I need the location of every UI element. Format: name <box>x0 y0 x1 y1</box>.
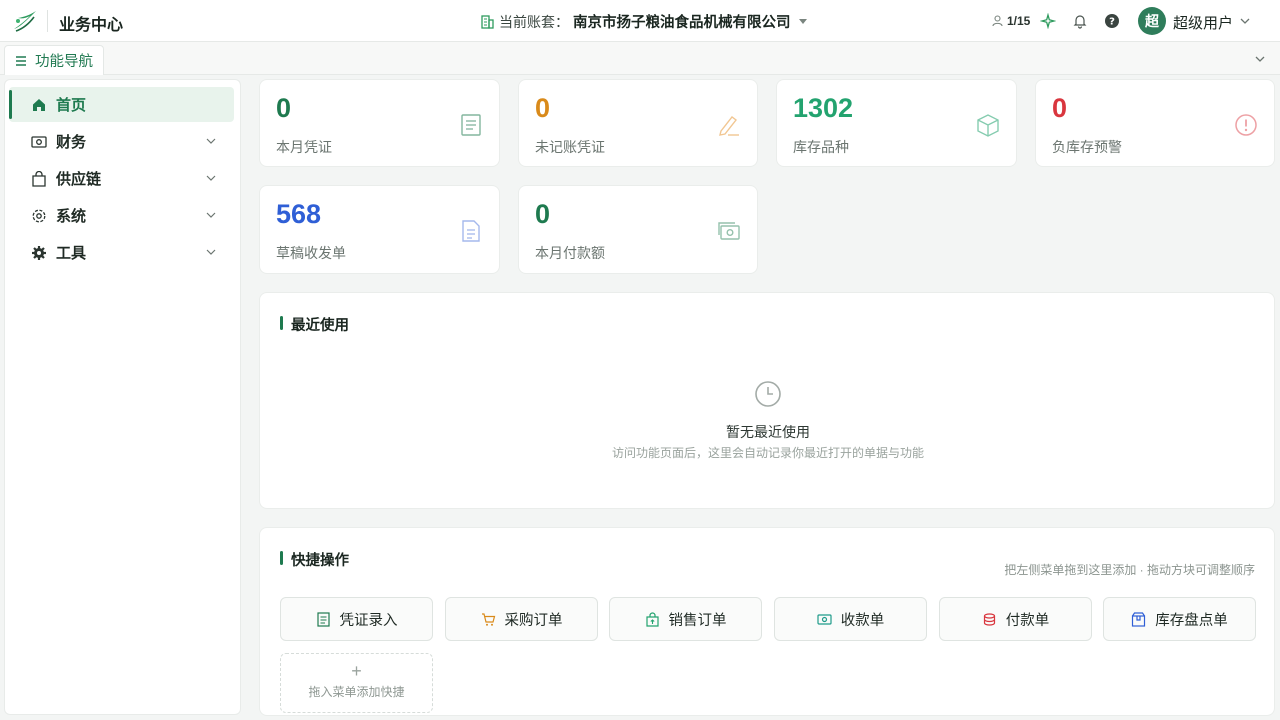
stat-label: 库存品种 <box>793 139 849 155</box>
function-nav-label: 功能导航 <box>35 54 93 70</box>
stat-card-payments[interactable]: 0 本月付款额 <box>518 185 758 274</box>
quick-voucher-entry-button[interactable]: 凭证录入 <box>280 597 433 641</box>
account-label: 当前账套： <box>499 13 569 30</box>
sidebar-item-tools[interactable]: 工具 <box>9 235 234 270</box>
bag-icon <box>32 170 46 187</box>
alert-icon <box>1235 114 1257 136</box>
document-icon <box>461 114 481 136</box>
sidebar-item-system[interactable]: 系统 <box>9 198 234 233</box>
sidebar-item-label: 系统 <box>56 208 87 225</box>
chevron-down-icon <box>206 212 216 218</box>
stat-value: 0 <box>276 93 292 123</box>
stat-card-negative-stock[interactable]: 0 负库存预警 <box>1035 79 1275 167</box>
quick-button-label: 凭证录入 <box>339 612 398 629</box>
stat-label: 草稿收发单 <box>276 245 346 261</box>
quick-title: 快捷操作 <box>280 549 349 570</box>
quick-button-label: 销售订单 <box>668 612 727 629</box>
recent-panel: 最近使用 暂无最近使用 访问功能页面后，这里会自动记录你最近打开的单据与功能 <box>259 292 1275 509</box>
voucher-icon <box>316 611 330 627</box>
coins-icon <box>983 612 995 626</box>
help-icon[interactable]: ? <box>1104 13 1120 29</box>
receipt-icon <box>817 613 832 625</box>
stat-value: 0 <box>1052 93 1068 123</box>
sidebar-item-label: 工具 <box>56 245 87 262</box>
caret-down-icon[interactable] <box>798 19 807 24</box>
pencil-icon <box>719 116 739 136</box>
menu-icon <box>16 55 26 66</box>
cart-icon <box>481 612 495 626</box>
stat-card-unposted[interactable]: 0 未记账凭证 <box>518 79 758 167</box>
stat-label: 本月凭证 <box>276 139 332 155</box>
quick-button-label: 库存盘点单 <box>1155 612 1228 629</box>
stat-card-drafts[interactable]: 568 草稿收发单 <box>259 185 500 274</box>
quick-button-label: 收款单 <box>840 612 885 629</box>
stat-value: 0 <box>535 93 551 123</box>
gear-icon <box>32 209 46 222</box>
sidebar: 首页 财务 供应链 系统 工具 <box>4 79 241 715</box>
cog-icon <box>32 245 46 260</box>
avatar[interactable]: 超 <box>1138 7 1166 35</box>
top-header: 业务中心 当前账套： 南京市扬子粮油食品机械有限公司 1/15 ? 超 超级用户 <box>0 0 1280 42</box>
box-icon <box>977 114 999 137</box>
stat-value: 1302 <box>793 93 854 123</box>
stat-label: 未记账凭证 <box>535 139 605 155</box>
header-divider <box>47 10 48 32</box>
app-logo-icon[interactable] <box>12 9 38 33</box>
chevron-down-icon[interactable] <box>1239 15 1251 27</box>
stat-label: 本月付款额 <box>535 245 605 261</box>
clock-icon <box>755 381 781 407</box>
online-user-count[interactable]: 1/15 <box>992 14 1030 28</box>
user-icon <box>992 15 1003 27</box>
money-icon <box>31 135 47 148</box>
chevron-down-icon <box>206 175 216 181</box>
quick-purchase-order-button[interactable]: 采购订单 <box>445 597 598 641</box>
account-switcher[interactable]: 当前账套： 南京市扬子粮油食品机械有限公司 <box>481 11 807 32</box>
stat-value: 0 <box>535 199 551 229</box>
sidebar-item-label: 供应链 <box>56 171 102 188</box>
stat-card-stock-items[interactable]: 1302 库存品种 <box>776 79 1017 167</box>
quick-add-dropzone[interactable]: + 拖入菜单添加快捷 <box>280 653 433 713</box>
chevron-down-icon <box>206 249 216 255</box>
sale-bag-icon <box>645 611 659 627</box>
quick-receipt-button[interactable]: 收款单 <box>774 597 927 641</box>
bell-icon[interactable] <box>1072 13 1088 29</box>
user-name[interactable]: 超级用户 <box>1173 12 1233 33</box>
function-nav-tab[interactable]: 功能导航 <box>4 45 104 75</box>
empty-subtitle: 访问功能页面后，这里会自动记录你最近打开的单据与功能 <box>611 446 924 460</box>
quick-button-label: 采购订单 <box>504 612 563 629</box>
account-name[interactable]: 南京市扬子粮油食品机械有限公司 <box>573 11 791 32</box>
sidebar-item-home[interactable]: 首页 <box>9 87 234 122</box>
empty-title: 暂无最近使用 <box>726 424 810 440</box>
function-nav-bar: 功能导航 <box>0 42 1280 75</box>
sparkle-icon[interactable] <box>1040 13 1056 29</box>
building-icon <box>481 14 494 29</box>
sidebar-item-label: 首页 <box>56 97 87 114</box>
stat-value: 568 <box>276 199 322 229</box>
stat-label: 负库存预警 <box>1052 139 1122 155</box>
sidebar-item-label: 财务 <box>56 134 87 151</box>
sidebar-item-supply-chain[interactable]: 供应链 <box>9 161 234 196</box>
cash-icon <box>718 222 740 240</box>
quick-payment-button[interactable]: 付款单 <box>939 597 1092 641</box>
user-count-text: 1/15 <box>1007 14 1031 28</box>
inventory-icon <box>1132 611 1146 627</box>
file-icon <box>462 220 480 242</box>
home-icon <box>33 98 45 111</box>
recent-title: 最近使用 <box>280 314 349 335</box>
svg-text:?: ? <box>1109 17 1115 28</box>
quick-add-label: 拖入菜单添加快捷 <box>308 685 405 699</box>
chevron-down-icon[interactable] <box>1254 53 1266 65</box>
quick-button-label: 付款单 <box>1005 612 1050 629</box>
stat-card-vouchers[interactable]: 0 本月凭证 <box>259 79 500 167</box>
quick-inventory-count-button[interactable]: 库存盘点单 <box>1103 597 1256 641</box>
quick-sales-order-button[interactable]: 销售订单 <box>609 597 762 641</box>
quick-hint: 把左侧菜单拖到这里添加 · 拖动方块可调整顺序 <box>1004 563 1255 577</box>
quick-ops-panel: 快捷操作 把左侧菜单拖到这里添加 · 拖动方块可调整顺序 凭证录入 采购订单 销… <box>259 527 1275 716</box>
chevron-down-icon <box>206 138 216 144</box>
app-title: 业务中心 <box>59 17 124 34</box>
sidebar-item-finance[interactable]: 财务 <box>9 124 234 159</box>
plus-icon: + <box>351 661 362 681</box>
